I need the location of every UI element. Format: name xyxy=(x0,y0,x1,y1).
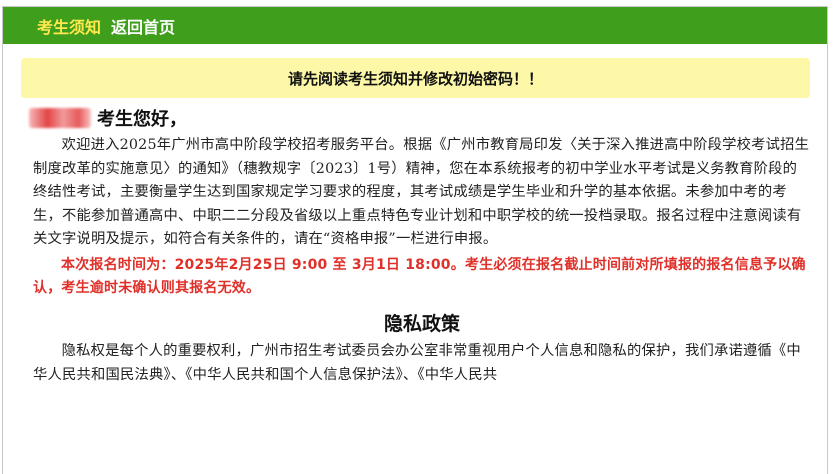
nav-home-link[interactable]: 返回首页 xyxy=(111,14,175,38)
greeting-text: 考生您好， xyxy=(97,109,187,130)
intro-paragraph: 欢迎进入2025年广州市高中阶段学校招考服务平台。根据《广州市教育局印发〈关于深… xyxy=(33,137,810,247)
content-area: 欢迎进入2025年广州市高中阶段学校招考服务平台。根据《广州市教育局印发〈关于深… xyxy=(3,134,827,387)
top-nav-bar: 考生须知 返回首页 xyxy=(3,7,827,44)
page-frame: 考生须知 返回首页 请先阅读考生须知并修改初始密码！！ 考生您好， 欢迎进入20… xyxy=(2,6,828,474)
privacy-title: 隐私政策 xyxy=(383,312,460,335)
redacted-name xyxy=(29,108,91,128)
notice-text: 请先阅读考生须知并修改初始密码！！ xyxy=(287,69,543,88)
deadline-paragraph: 本次报名时间为：2025年2月25日 9:00 至 3月1日 18:00。考生必… xyxy=(33,256,806,297)
nav-exam-notice-link[interactable]: 考生须知 xyxy=(37,14,101,38)
greeting: 考生您好， xyxy=(29,106,827,130)
privacy-paragraph: 隐私权是每个人的重要权利，广州市招生考试委员会办公室非常重视用户个人信息和隐私的… xyxy=(33,343,801,383)
notice-banner: 请先阅读考生须知并修改初始密码！！ xyxy=(21,58,810,98)
